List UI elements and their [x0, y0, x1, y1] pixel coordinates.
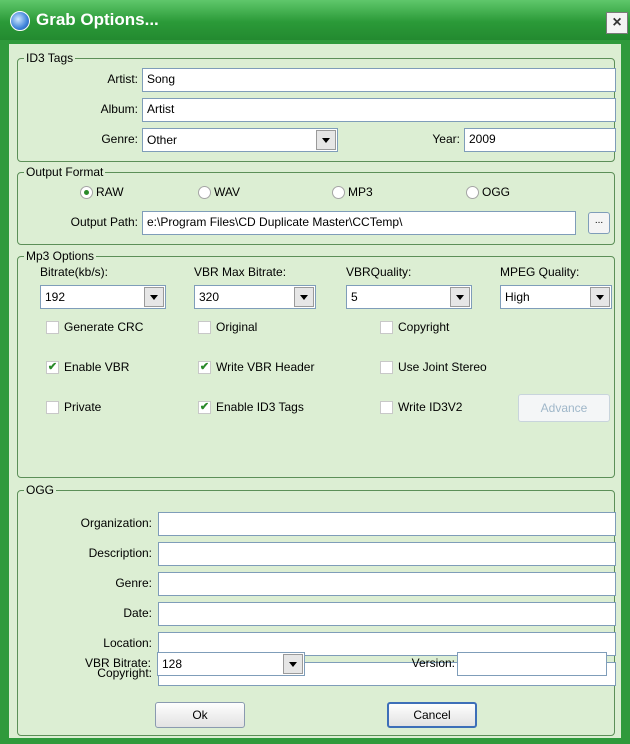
bitrate-label: Bitrate(kb/s):	[40, 265, 109, 279]
artist-label: Artist:	[107, 72, 138, 86]
write-id3v2-checkbox[interactable]	[380, 401, 393, 414]
ogg-group: OGG Organization: Description: Genre: Da…	[17, 483, 616, 736]
chevron-down-icon[interactable]	[294, 287, 314, 307]
radio-mp3[interactable]	[332, 186, 345, 199]
year-field[interactable]: 2009	[464, 128, 616, 152]
write-id3v2-label[interactable]: Write ID3V2	[398, 400, 462, 414]
radio-raw[interactable]	[80, 186, 93, 199]
vbr-bitrate-select-value: 128	[162, 657, 183, 671]
bitrate-select[interactable]: 192	[40, 285, 166, 309]
date-label: Date:	[123, 606, 152, 620]
version-label: Version:	[411, 656, 455, 670]
generate-crc-checkbox[interactable]	[46, 321, 59, 334]
chevron-down-icon[interactable]	[590, 287, 610, 307]
original-label[interactable]: Original	[216, 320, 257, 334]
copyright-checkbox-label[interactable]: Copyright	[398, 320, 449, 334]
radio-mp3-label[interactable]: MP3	[348, 185, 373, 199]
mp3-options-legend: Mp3 Options	[24, 249, 97, 263]
window-title: Grab Options...	[36, 10, 159, 29]
mp3-options-group: Mp3 Options Bitrate(kb/s): 192 VBR Max B…	[17, 249, 615, 478]
output-format-legend: Output Format	[24, 165, 106, 179]
ogg-genre-field[interactable]	[158, 572, 616, 596]
vbr-quality-select[interactable]: 5	[346, 285, 472, 309]
original-checkbox[interactable]	[198, 321, 211, 334]
write-vbr-header-checkbox[interactable]: ✔	[198, 361, 211, 374]
private-label[interactable]: Private	[64, 400, 101, 414]
cancel-button[interactable]: Cancel	[387, 702, 477, 728]
vbr-bitrate-label: VBR Bitrate:	[84, 656, 151, 670]
vbr-max-bitrate-select-value: 320	[199, 290, 220, 304]
bitrate-select-value: 192	[45, 290, 66, 304]
date-field[interactable]	[158, 602, 616, 626]
chevron-down-icon[interactable]	[316, 130, 336, 150]
chevron-down-icon[interactable]	[450, 287, 470, 307]
genre-select[interactable]: Other	[142, 128, 338, 152]
genre-label: Genre:	[101, 132, 138, 146]
radio-ogg[interactable]	[466, 186, 479, 199]
mpeg-quality-select[interactable]: High	[500, 285, 612, 309]
use-joint-stereo-checkbox[interactable]	[380, 361, 393, 374]
artist-field[interactable]: Song	[142, 68, 616, 92]
ogg-legend: OGG	[24, 483, 57, 497]
grab-options-window: Grab Options... × ID3 Tags Artist: Song …	[0, 0, 630, 744]
radio-raw-label[interactable]: RAW	[96, 185, 124, 199]
vbr-quality-select-value: 5	[351, 290, 358, 304]
generate-crc-label[interactable]: Generate CRC	[64, 320, 143, 334]
description-field[interactable]	[158, 542, 616, 566]
close-icon[interactable]: ×	[606, 12, 628, 34]
organization-field[interactable]	[158, 512, 616, 536]
album-label: Album:	[100, 102, 138, 116]
version-field[interactable]	[457, 652, 607, 676]
app-disc-icon	[10, 11, 30, 31]
mpeg-quality-label: MPEG Quality:	[500, 265, 580, 279]
id3-tags-group: ID3 Tags Artist: Song Album: Artist Genr…	[17, 51, 616, 162]
album-field[interactable]: Artist	[142, 98, 616, 122]
browse-button[interactable]: ...	[588, 212, 610, 234]
chevron-down-icon[interactable]	[144, 287, 164, 307]
enable-id3-tags-label[interactable]: Enable ID3 Tags	[216, 400, 304, 414]
enable-vbr-label[interactable]: Enable VBR	[64, 360, 129, 374]
output-path-field[interactable]: e:\Program Files\CD Duplicate Master\CCT…	[142, 211, 576, 235]
write-vbr-header-label[interactable]: Write VBR Header	[216, 360, 314, 374]
output-format-group: Output Format RAW WAV MP3 OGG Output Pat…	[17, 165, 615, 245]
ok-button[interactable]: Ok	[155, 702, 245, 728]
radio-wav[interactable]	[198, 186, 211, 199]
radio-ogg-label[interactable]: OGG	[482, 185, 510, 199]
title-bar[interactable]: Grab Options... ×	[0, 0, 630, 40]
vbr-quality-label: VBRQuality:	[346, 265, 412, 279]
location-label: Location:	[103, 636, 152, 650]
chevron-down-icon[interactable]	[283, 654, 303, 674]
private-checkbox[interactable]	[46, 401, 59, 414]
vbr-max-bitrate-select[interactable]: 320	[194, 285, 316, 309]
enable-vbr-checkbox[interactable]: ✔	[46, 361, 59, 374]
output-path-label: Output Path:	[70, 215, 138, 229]
dialog-client-area: ID3 Tags Artist: Song Album: Artist Genr…	[9, 44, 621, 738]
vbr-bitrate-select[interactable]: 128	[157, 652, 305, 676]
mpeg-quality-select-value: High	[505, 290, 530, 304]
id3-tags-legend: ID3 Tags	[24, 51, 76, 65]
enable-id3-tags-checkbox[interactable]: ✔	[198, 401, 211, 414]
copyright-checkbox[interactable]	[380, 321, 393, 334]
vbr-max-bitrate-label: VBR Max Bitrate:	[194, 265, 287, 279]
advance-button[interactable]: Advance	[518, 394, 610, 422]
ogg-genre-label: Genre:	[115, 576, 152, 590]
organization-label: Organization:	[80, 516, 152, 530]
radio-wav-label[interactable]: WAV	[214, 185, 240, 199]
year-label: Year:	[432, 132, 460, 146]
genre-select-value: Other	[147, 133, 178, 147]
description-label: Description:	[88, 546, 152, 560]
use-joint-stereo-label[interactable]: Use Joint Stereo	[398, 360, 487, 374]
